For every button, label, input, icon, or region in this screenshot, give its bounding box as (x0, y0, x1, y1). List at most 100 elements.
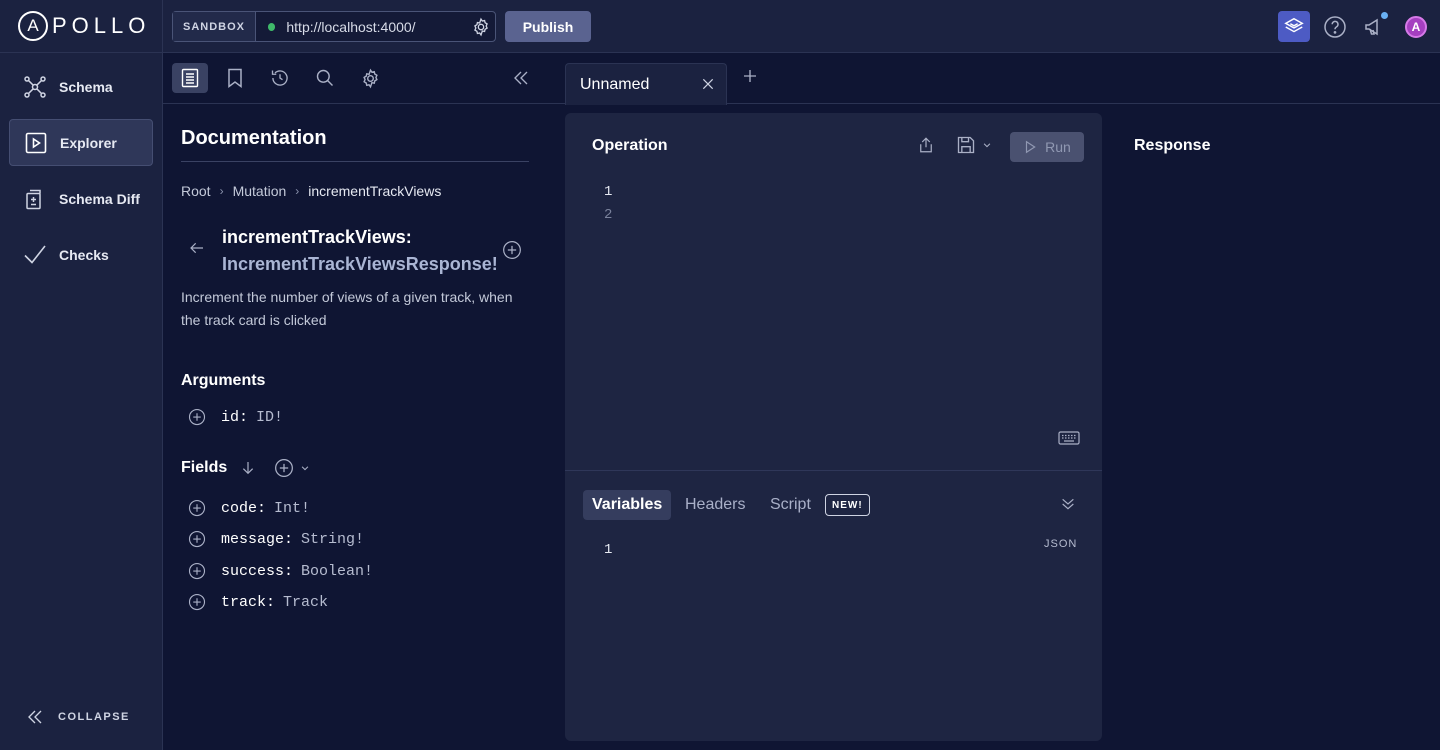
nav-item-explorer[interactable]: Explorer (9, 119, 153, 166)
settings-gear-icon[interactable] (352, 63, 388, 93)
avatar: A (1405, 15, 1427, 38)
nav-item-checks[interactable]: Checks (9, 231, 153, 278)
argument-type[interactable]: ID! (256, 409, 283, 426)
close-icon[interactable] (700, 76, 716, 97)
endpoint-settings-gear-icon[interactable] (467, 12, 495, 42)
fields-tools (240, 458, 310, 478)
field-row-type[interactable]: Boolean! (301, 563, 373, 580)
topbar-divider (162, 0, 163, 53)
add-tab-plus-icon[interactable] (741, 67, 759, 90)
checkmark-icon (24, 245, 46, 264)
play-square-icon (25, 132, 47, 153)
save-disk-icon (957, 136, 975, 154)
apollo-logo[interactable]: A POLLO (18, 10, 150, 42)
editor-split-divider[interactable] (565, 470, 1102, 471)
add-circle-icon[interactable] (188, 499, 206, 517)
user-menu[interactable]: A (1400, 11, 1432, 42)
double-chevron-left-icon (28, 710, 42, 724)
explorer-mode-icon[interactable] (1278, 11, 1310, 42)
doc-toolbar (163, 53, 565, 104)
announcements-megaphone-icon[interactable] (1359, 11, 1391, 42)
field-row-type[interactable]: Track (283, 594, 328, 611)
field-row[interactable]: success: Boolean! (188, 562, 373, 580)
nav-item-label: Schema (59, 78, 113, 95)
field-row-name: code: (221, 499, 267, 517)
left-nav: Schema Explorer Schema Diff Checks COLLA… (0, 53, 163, 750)
schema-graph-icon (24, 75, 46, 98)
variables-line-number: 1 (604, 542, 613, 558)
tab-script[interactable]: Script (770, 490, 811, 520)
add-circle-icon (275, 459, 293, 477)
publish-button[interactable]: Publish (505, 11, 591, 42)
breadcrumb-current: incrementTrackViews (308, 183, 442, 199)
sandbox-label: SANDBOX (173, 12, 257, 41)
share-icon[interactable] (917, 135, 935, 160)
chevron-down-icon (301, 466, 309, 471)
add-circle-icon[interactable] (188, 530, 206, 548)
add-circle-icon[interactable] (188, 593, 206, 611)
response-title: Response (1134, 137, 1211, 154)
save-dropdown[interactable] (956, 135, 992, 155)
add-all-fields-dropdown[interactable] (274, 458, 310, 478)
tab-headers[interactable]: Headers (685, 490, 745, 520)
nav-item-label: Schema Diff (59, 190, 140, 207)
nav-item-label: Explorer (60, 134, 117, 151)
run-label: Run (1045, 139, 1071, 155)
add-field-plus-icon[interactable] (502, 240, 522, 265)
history-icon[interactable] (262, 63, 298, 93)
field-row-type[interactable]: Int! (274, 500, 310, 517)
nav-item-schema[interactable]: Schema (9, 63, 153, 110)
search-icon[interactable] (307, 63, 343, 93)
argument-name: id: (221, 408, 249, 426)
sort-arrow-down-icon[interactable] (240, 460, 256, 476)
field-row-type[interactable]: String! (301, 531, 364, 548)
field-row-name: message: (221, 530, 294, 548)
keyboard-shortcuts-icon[interactable] (1058, 431, 1080, 450)
nav-item-schema-diff[interactable]: Schema Diff (9, 175, 153, 222)
chevron-down-icon (983, 143, 991, 148)
operation-tabs-bar: Unnamed (565, 53, 1440, 105)
help-icon[interactable] (1319, 11, 1351, 42)
notification-dot (1381, 12, 1388, 19)
documentation-tab-icon[interactable] (172, 63, 208, 93)
field-heading: incrementTrackViews: IncrementTrackViews… (222, 224, 498, 278)
bookmark-icon[interactable] (217, 63, 253, 93)
collapse-nav-button[interactable]: COLLAPSE (26, 708, 130, 726)
field-row[interactable]: code: Int! (188, 499, 310, 517)
divider (181, 161, 529, 162)
add-circle-icon[interactable] (188, 562, 206, 580)
collapse-panel-chevron-icon[interactable] (503, 63, 539, 93)
run-button[interactable]: Run (1010, 132, 1084, 162)
connection-status-dot (268, 22, 276, 31)
field-row-name: success: (221, 562, 294, 580)
back-arrow-icon[interactable] (189, 240, 205, 261)
chevron-right-icon: › (295, 184, 300, 198)
field-return-type[interactable]: IncrementTrackViewsResponse! (222, 251, 498, 278)
breadcrumb-root[interactable]: Root (181, 183, 211, 199)
add-circle-icon[interactable] (188, 408, 206, 426)
line-number: 1 (604, 184, 613, 200)
field-row-name: track: (221, 593, 276, 611)
operation-title: Operation (592, 137, 668, 154)
apollo-logo-text: POLLO (52, 13, 151, 38)
tab-unnamed[interactable]: Unnamed (565, 63, 727, 105)
apollo-logo-mark: A (18, 11, 48, 41)
field-row[interactable]: track: Track (188, 593, 328, 611)
fields-title: Fields (181, 459, 228, 476)
breadcrumb-mutation[interactable]: Mutation (233, 183, 287, 199)
tab-variables[interactable]: Variables (583, 490, 672, 520)
line-number: 2 (604, 207, 613, 223)
argument-row[interactable]: id: ID! (188, 408, 283, 426)
breadcrumb: Root › Mutation › incrementTrackViews (181, 183, 441, 199)
top-bar: A POLLO SANDBOX Publish A (0, 0, 1440, 53)
collapse-label: COLLAPSE (58, 711, 130, 723)
json-mode-label: JSON (1044, 538, 1078, 550)
collapse-variables-chevron-icon[interactable] (1060, 496, 1076, 517)
endpoint-field: SANDBOX (172, 11, 496, 42)
endpoint-url-input[interactable] (286, 18, 468, 35)
field-row[interactable]: message: String! (188, 530, 364, 548)
arguments-title: Arguments (181, 372, 266, 389)
doc-title: Documentation (181, 127, 327, 149)
field-description: Increment the number of views of a given… (181, 289, 513, 328)
schema-diff-icon (26, 189, 41, 209)
